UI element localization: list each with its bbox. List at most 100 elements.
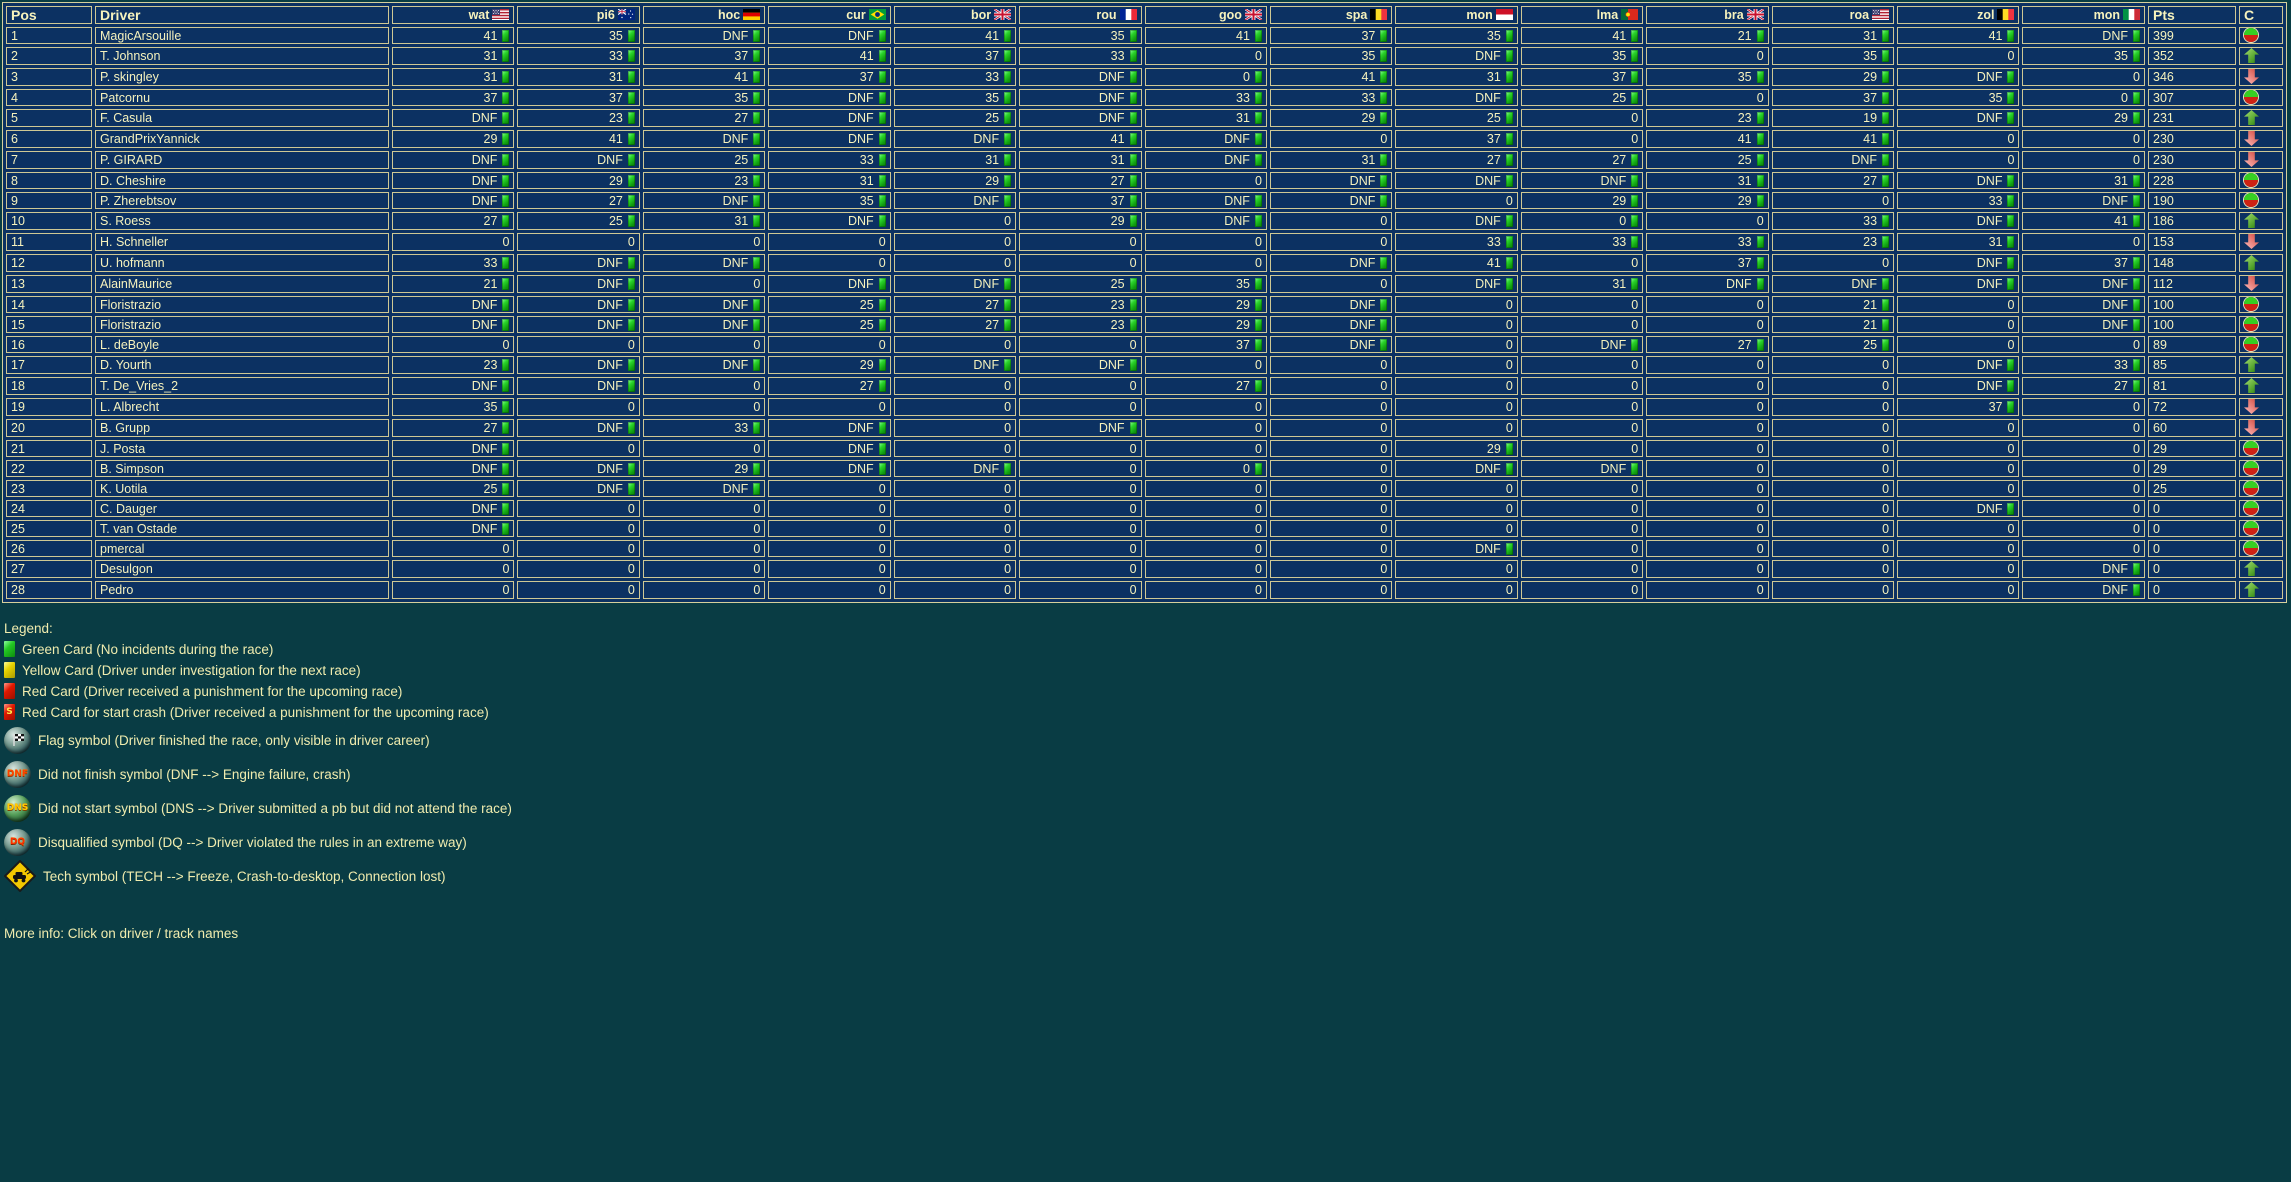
- track-name[interactable]: bra: [1724, 8, 1743, 22]
- result-cell: DNF: [1897, 275, 2019, 293]
- track-name[interactable]: mon: [2094, 8, 2120, 22]
- driver-name[interactable]: J. Posta: [95, 440, 389, 457]
- change-cell: [2239, 356, 2283, 374]
- legend-item-text: Red Card (Driver received a punishment f…: [22, 684, 402, 699]
- driver-name[interactable]: L. deBoyle: [95, 336, 389, 353]
- result-cell: DNF: [517, 480, 639, 497]
- result-cell: 27: [894, 296, 1016, 313]
- driver-name[interactable]: Floristrazio: [95, 316, 389, 333]
- result-cell: DNF: [1395, 275, 1517, 293]
- driver-name[interactable]: P. Zherebtsov: [95, 192, 389, 209]
- result-cell: 0: [1646, 560, 1768, 578]
- track-name[interactable]: zol: [1977, 8, 1994, 22]
- track-name[interactable]: hoc: [718, 8, 740, 22]
- result-cell: 0: [1270, 560, 1392, 578]
- track-name[interactable]: mon: [1466, 8, 1492, 22]
- driver-name[interactable]: MagicArsouille: [95, 27, 389, 44]
- green-card-icon: [1757, 339, 1764, 351]
- green-card-icon: [628, 195, 635, 207]
- result-cell: 0: [517, 500, 639, 517]
- driver-name[interactable]: K. Uotila: [95, 480, 389, 497]
- result-cell: 0: [517, 440, 639, 457]
- driver-name[interactable]: B. Simpson: [95, 460, 389, 477]
- driver-name[interactable]: T. Johnson: [95, 47, 389, 65]
- col-header-track-hoc[interactable]: hoc: [643, 6, 765, 24]
- green-card-icon: [1004, 112, 1011, 124]
- col-header-driver: Driver: [95, 6, 389, 24]
- col-header-track-pi6[interactable]: pi6: [517, 6, 639, 24]
- driver-name[interactable]: D. Yourth: [95, 356, 389, 374]
- driver-name[interactable]: Desulgon: [95, 560, 389, 578]
- track-name[interactable]: cur: [846, 8, 865, 22]
- col-header-track-bor[interactable]: bor: [894, 6, 1016, 24]
- driver-name[interactable]: pmercal: [95, 540, 389, 557]
- result-cell: DNF: [1772, 275, 1894, 293]
- track-name[interactable]: rou: [1096, 8, 1116, 22]
- driver-name[interactable]: Pedro: [95, 581, 389, 599]
- result-cell: 0: [1521, 109, 1643, 127]
- driver-name[interactable]: U. hofmann: [95, 254, 389, 272]
- col-header-track-mon[interactable]: mon: [2022, 6, 2145, 24]
- driver-name[interactable]: P. skingley: [95, 68, 389, 86]
- col-header-track-bra[interactable]: bra: [1646, 6, 1768, 24]
- result-cell: DNF: [2022, 316, 2145, 333]
- driver-name[interactable]: S. Roess: [95, 212, 389, 230]
- points-cell: 231: [2148, 109, 2236, 127]
- driver-name[interactable]: T. De_Vries_2: [95, 377, 389, 395]
- result-cell: 0: [1646, 356, 1768, 374]
- result-cell: 0: [1897, 151, 2019, 169]
- driver-name[interactable]: C. Dauger: [95, 500, 389, 517]
- driver-name[interactable]: AlainMaurice: [95, 275, 389, 293]
- track-name[interactable]: goo: [1219, 8, 1242, 22]
- track-name[interactable]: roa: [1850, 8, 1869, 22]
- col-header-track-mon[interactable]: mon: [1395, 6, 1517, 24]
- col-header-track-wat[interactable]: wat: [392, 6, 514, 24]
- driver-name[interactable]: GrandPrixYannick: [95, 130, 389, 148]
- driver-name[interactable]: P. GIRARD: [95, 151, 389, 169]
- track-name[interactable]: wat: [469, 8, 490, 22]
- col-header-track-goo[interactable]: goo: [1145, 6, 1267, 24]
- driver-name[interactable]: D. Cheshire: [95, 172, 389, 189]
- green-card-icon: [1255, 215, 1262, 227]
- green-card-icon: [502, 523, 509, 535]
- driver-name[interactable]: B. Grupp: [95, 419, 389, 437]
- driver-name[interactable]: Patcornu: [95, 89, 389, 106]
- green-card-icon: [753, 133, 760, 145]
- pos-cell: 15: [6, 316, 92, 333]
- col-header-track-lma[interactable]: lma: [1521, 6, 1643, 24]
- result-cell: 0: [1145, 172, 1267, 189]
- points-cell: 230: [2148, 151, 2236, 169]
- result-cell: DNF: [517, 296, 639, 313]
- result-cell: 27: [1772, 172, 1894, 189]
- result-cell: DNF: [1019, 89, 1141, 106]
- col-header-track-rou[interactable]: rou: [1019, 6, 1141, 24]
- track-name[interactable]: lma: [1597, 8, 1619, 22]
- dnf-icon: DNF: [4, 761, 31, 788]
- driver-name[interactable]: Floristrazio: [95, 296, 389, 313]
- result-cell: 37: [1270, 27, 1392, 44]
- track-name[interactable]: pi6: [597, 8, 615, 22]
- col-header-track-roa[interactable]: roa: [1772, 6, 1894, 24]
- col-header-track-zol[interactable]: zol: [1897, 6, 2019, 24]
- pos-cell: 27: [6, 560, 92, 578]
- change-cell: [2239, 275, 2283, 293]
- result-cell: 23: [643, 172, 765, 189]
- result-cell: DNF: [1521, 336, 1643, 353]
- result-cell: 0: [1772, 377, 1894, 395]
- result-cell: 0: [1646, 419, 1768, 437]
- col-header-track-cur[interactable]: cur: [768, 6, 890, 24]
- track-name[interactable]: spa: [1346, 8, 1368, 22]
- driver-name[interactable]: H. Schneller: [95, 233, 389, 251]
- position-equal-icon: [2244, 90, 2258, 104]
- driver-name[interactable]: L. Albrecht: [95, 398, 389, 416]
- green-card-icon: [1506, 463, 1513, 475]
- result-cell: 0: [1772, 398, 1894, 416]
- driver-name[interactable]: T. van Ostade: [95, 520, 389, 537]
- driver-name[interactable]: F. Casula: [95, 109, 389, 127]
- points-cell: 25: [2148, 480, 2236, 497]
- table-row: 24C. DaugerDNF00000000000DNF00: [6, 500, 2283, 517]
- col-header-track-spa[interactable]: spa: [1270, 6, 1392, 24]
- points-cell: 148: [2148, 254, 2236, 272]
- position-up-icon: [2244, 378, 2259, 393]
- track-name[interactable]: bor: [971, 8, 991, 22]
